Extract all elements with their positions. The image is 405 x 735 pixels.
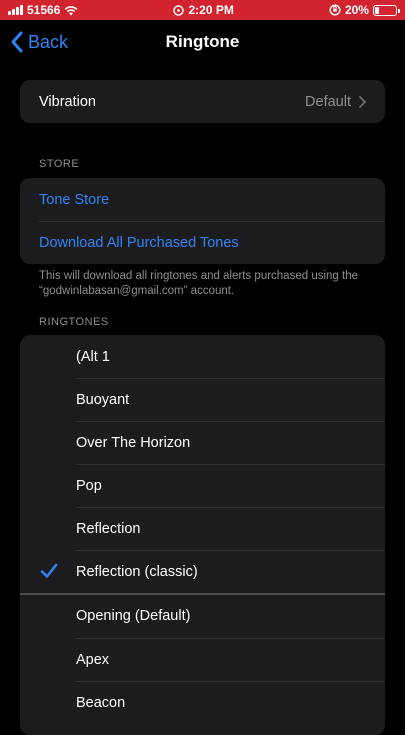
ringtone-row-7[interactable]: Apex (20, 638, 385, 681)
ringtone-label: Apex (76, 651, 110, 668)
battery-percent: 20% (344, 3, 369, 17)
ringtones-group: (Alt 1 Buoyant Over The Horizon Pop Refl… (20, 335, 385, 735)
store-footer-note: This will download all ringtones and ale… (39, 270, 358, 297)
carrier-label: 51566 (27, 3, 61, 17)
ringtone-row-0[interactable]: (Alt 1 (20, 335, 385, 378)
ringtone-row-8[interactable]: Beacon (20, 681, 385, 724)
download-tones-row[interactable]: Download All Purchased Tones (20, 221, 385, 264)
store-group: Tone Store Download All Purchased Tones (20, 178, 385, 264)
ringtone-label: Beacon (76, 694, 126, 711)
ringtones-section-header: RINGTONES (39, 316, 109, 328)
ringtone-label: Buoyant (76, 391, 130, 408)
ringtone-label: Reflection (76, 520, 141, 537)
ringtone-label: Opening (Default) (76, 607, 191, 624)
status-time: 2:20 PM (188, 3, 234, 17)
wifi-icon (65, 5, 78, 15)
tone-store-link[interactable]: Tone Store (39, 192, 109, 208)
back-button[interactable]: Back (10, 20, 68, 64)
vibration-group: Vibration Default (20, 80, 385, 123)
alarm-icon (173, 4, 185, 16)
download-all-link[interactable]: Download All Purchased Tones (39, 235, 239, 251)
chevron-left-icon (11, 31, 23, 53)
ringtone-label: (Alt 1 (76, 348, 110, 365)
navigation-bar: Back Ringtone (0, 20, 405, 64)
ringtone-label: Pop (76, 477, 102, 494)
ringtone-row-2[interactable]: Over The Horizon (20, 421, 385, 464)
vibration-value: Default (305, 93, 351, 110)
ringtone-row-6[interactable]: Opening (Default) (20, 593, 385, 638)
status-right: 20% (329, 3, 400, 17)
ringtone-row-4[interactable]: Reflection (20, 507, 385, 550)
ringtone-row-5[interactable]: Reflection (classic) (20, 550, 385, 593)
vibration-label: Vibration (39, 93, 96, 110)
status-left: 51566 (8, 3, 78, 17)
page-title: Ringtone (165, 32, 240, 51)
ringtone-label: Reflection (classic) (76, 563, 198, 580)
status-bar: 51566 2:20 PM 20% (0, 0, 405, 20)
signal-icon (8, 5, 23, 15)
chevron-right-icon (359, 95, 366, 108)
store-section-header: STORE (39, 158, 80, 170)
orientation-lock-icon (329, 4, 341, 16)
vibration-row[interactable]: Vibration Default (20, 80, 385, 123)
back-label: Back (28, 31, 69, 52)
battery-icon (372, 4, 400, 16)
tone-store-row[interactable]: Tone Store (20, 178, 385, 221)
vibration-value-wrap: Default (305, 94, 366, 110)
ringtone-row-3[interactable]: Pop (20, 464, 385, 507)
ringtone-label: Over The Horizon (76, 434, 191, 451)
checkmark-icon (40, 563, 58, 578)
ringtone-row-1[interactable]: Buoyant (20, 378, 385, 421)
status-center: 2:20 PM (173, 3, 234, 17)
